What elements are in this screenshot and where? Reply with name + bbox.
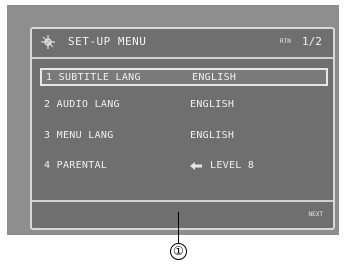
next-label[interactable]: NEXT	[309, 211, 323, 218]
menu-item-value: LEVEL 8	[210, 160, 255, 171]
menu-item-label: 3 MENU LANG	[44, 130, 114, 141]
menu-item-subtitle-lang[interactable]: 1 SUBTITLE LANG ENGLISH	[40, 68, 328, 86]
menu-item-label: 1 SUBTITLE LANG	[46, 72, 141, 83]
return-label: RTN	[280, 38, 291, 45]
menu-item-label: 4 PARENTAL	[44, 160, 108, 171]
menu-item-audio-lang[interactable]: 2 AUDIO LANG ENGLISH	[40, 97, 328, 115]
menu-item-value: ENGLISH	[192, 72, 237, 83]
menu-item-parental[interactable]: 4 PARENTAL LEVEL 8	[40, 158, 328, 176]
page-indicator: 1/2	[302, 35, 322, 48]
callout-line	[178, 212, 179, 244]
menu-item-label: 2 AUDIO LANG	[44, 99, 120, 110]
menu-item-value: ENGLISH	[190, 130, 235, 141]
monitor-frame: SET-UP MENU RTN 1/2 1 SUBTITLE LANG ENGL…	[7, 5, 339, 235]
gear-icon	[41, 35, 55, 49]
callout-number: ①	[170, 243, 187, 260]
menu-title-bar: SET-UP MENU RTN 1/2	[32, 29, 333, 59]
setup-menu-screen: SET-UP MENU RTN 1/2 1 SUBTITLE LANG ENGL…	[30, 27, 335, 230]
menu-item-menu-lang[interactable]: 3 MENU LANG ENGLISH	[40, 128, 328, 146]
arrow-left-icon	[190, 162, 202, 170]
menu-title: SET-UP MENU	[68, 35, 147, 48]
menu-bottom-bar: NEXT	[32, 200, 333, 228]
menu-item-value: ENGLISH	[190, 99, 235, 110]
